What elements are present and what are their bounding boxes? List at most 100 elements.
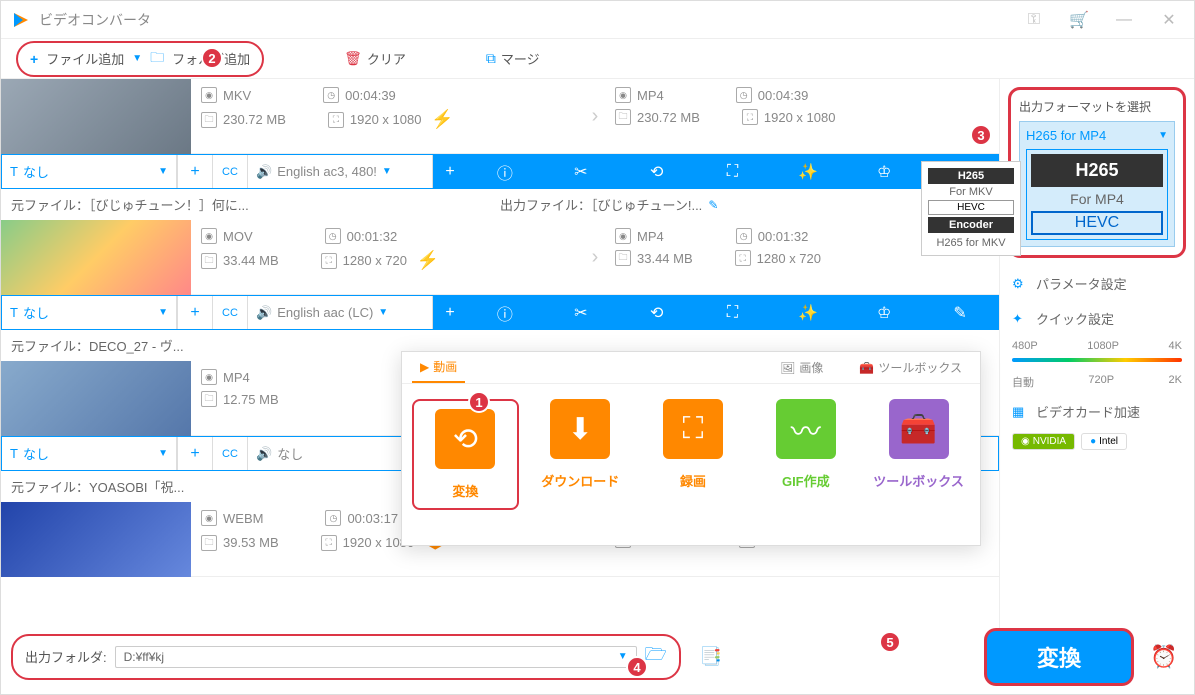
src-duration: 00:04:39 [345,88,396,103]
add-audio-button[interactable]: + [432,155,467,188]
rotate-icon[interactable]: ⟲ [619,162,695,182]
thumbnail[interactable] [1,361,191,436]
add-subtitle-button[interactable]: + [177,155,212,188]
cut-icon[interactable]: ✂ [543,303,619,323]
callout-badge-4: 4 [626,656,648,678]
convert-button[interactable]: 変換 [984,628,1134,686]
cut-icon[interactable]: ✂ [543,162,619,182]
gif-icon: 〰 [776,399,836,459]
thumbnail[interactable] [1,220,191,295]
cart-icon[interactable]: 🛒 [1064,10,1094,30]
chevron-down-icon[interactable]: ▼ [1158,130,1168,141]
output-folder-label: 出力フォルダ: [25,647,107,666]
tab-toolbox[interactable]: 🧰ツールボックス [851,352,970,383]
toolbox-icon: 🧰 [889,399,949,459]
quality-presets-bottom: 自動720P2K [1008,370,1186,394]
size-icon: 🗀 [615,109,631,125]
src-res: 1920 x 1080 [350,112,422,127]
tile-download[interactable]: ⬇ ダウンロード [529,399,632,510]
output-format-title: 出力フォーマットを選択 [1019,98,1175,115]
edit-name-icon[interactable]: ✎ [708,198,718,212]
mode-popup: ▶動画 🖼画像 🧰ツールボックス ⟲ 変換 ⬇ ダウンロード ⛶ 録画 〰 GI… [401,351,981,546]
dst-duration: 00:04:39 [758,88,809,103]
chevron-down-icon: ▼ [382,166,392,177]
info-icon[interactable]: ⓘ [467,160,543,184]
add-file-button[interactable]: ファイル追加 [46,49,124,68]
cc-button[interactable]: CC [212,296,247,329]
settings-icon: ⚙ [1012,276,1028,292]
effects-icon[interactable]: ✨ [770,303,846,323]
params-button[interactable]: ⚙パラメータ設定 [1008,266,1186,301]
chevron-down-icon: ▼ [158,448,168,459]
crop-icon[interactable]: ⛶ [695,163,771,181]
info-icon[interactable]: ⓘ [467,301,543,325]
add-subtitle-button[interactable]: + [177,296,212,329]
audio-select[interactable]: 🔊English aac (LC)▼ [247,296,432,329]
duration-icon: ◷ [325,228,341,244]
callout-badge-2: 2 [201,47,223,69]
src-filename: 元ファイル：DECO_27 - ヴ... [11,336,184,355]
duration-icon: ◷ [323,87,339,103]
rotate-icon[interactable]: ⟲ [619,303,695,323]
quick-settings-button[interactable]: ✦クイック設定 [1008,301,1186,336]
license-key-icon[interactable]: ⚿ [1019,11,1049,29]
thumbnail[interactable] [1,502,191,577]
tile-record[interactable]: ⛶ 録画 [642,399,745,510]
callout-badge-3: 3 [970,124,992,146]
crop-icon[interactable]: ⛶ [695,304,771,322]
size-icon: 🗀 [201,535,217,551]
minimize-button[interactable]: — [1109,11,1139,29]
output-folder-input[interactable]: D:¥ff¥kj▼ [115,646,637,668]
audio-select[interactable]: 🔊English ac3, 480!▼ [247,155,432,188]
watermark-icon[interactable]: ♔ [846,303,922,323]
cc-button[interactable]: CC [212,155,247,188]
tab-video[interactable]: ▶動画 [412,352,465,383]
format-card-h265-mkv[interactable]: H265 For MKV HEVC Encoder H265 for MKV [921,161,1021,256]
tab-image[interactable]: 🖼画像 [772,352,831,383]
close-button[interactable]: ✕ [1154,10,1184,30]
tile-convert[interactable]: ⟲ 変換 [412,399,519,510]
add-audio-button[interactable]: + [432,296,467,329]
subtitle-select[interactable]: Tなし▼ [2,296,177,329]
resolution-icon: ⛶ [321,535,337,551]
format-card-h265-mp4[interactable]: H265 For MP4 HEVC [1026,149,1168,240]
size-icon: 🗀 [201,253,217,269]
resolution-icon: ⛶ [321,253,337,269]
merge-button[interactable]: マージ [501,49,540,68]
subtitle-select[interactable]: Tなし▼ [2,155,177,188]
dst-size: 230.72 MB [637,110,700,125]
subtitle-select[interactable]: Tなし▼ [2,437,177,470]
hw-accel-button[interactable]: ▦ビデオカード加速 [1008,394,1186,429]
schedule-icon[interactable]: ⏰ [1144,644,1184,670]
size-icon: 🗀 [201,391,217,407]
quality-presets-top: 480P1080P4K [1008,336,1186,356]
tile-toolbox[interactable]: 🧰 ツールボックス [867,399,970,510]
trash-icon: 🗑 [344,50,362,67]
resolution-icon: ⛶ [742,109,758,125]
add-file-dropdown[interactable]: ▼ [132,53,142,64]
quality-slider[interactable] [1012,358,1182,362]
cc-button[interactable]: CC [212,437,247,470]
lightning-icon: ⚡ [413,250,443,271]
toolbox-icon: 🧰 [859,361,874,375]
image-icon: 🖼 [780,361,795,375]
edit-icon[interactable]: ✎ [922,303,998,323]
thumbnail[interactable] [1,79,191,154]
chevron-down-icon[interactable]: ▼ [618,651,628,662]
chip-icon: ▦ [1012,404,1028,420]
add-subtitle-button[interactable]: + [177,437,212,470]
file-row: ◉MKV◷00:04:39 🗀230.72 MB⛶1920 x 1080⚡ › … [1,79,999,154]
dst-format: MP4 [637,88,664,103]
quick-icon: ✦ [1012,311,1028,327]
open-list-icon[interactable]: 📑 [691,646,731,667]
clear-button[interactable]: クリア [367,49,406,68]
effects-icon[interactable]: ✨ [770,162,846,182]
browse-folder-icon[interactable]: 🗁 [645,642,667,672]
record-icon: ⛶ [663,399,723,459]
file-control-bar: Tなし▼ + CC 🔊English ac3, 480!▼ + ⓘ ✂ ⟲ ⛶ … [1,154,999,189]
duration-icon: ◷ [736,87,752,103]
watermark-icon[interactable]: ♔ [846,162,922,182]
tile-gif[interactable]: 〰 GIF作成 [754,399,857,510]
file-name-row: 元ファイル：［びじゅチューン！］何に... 出力ファイル：［びじゅチューン!..… [1,189,999,220]
format-icon: ◉ [201,228,217,244]
